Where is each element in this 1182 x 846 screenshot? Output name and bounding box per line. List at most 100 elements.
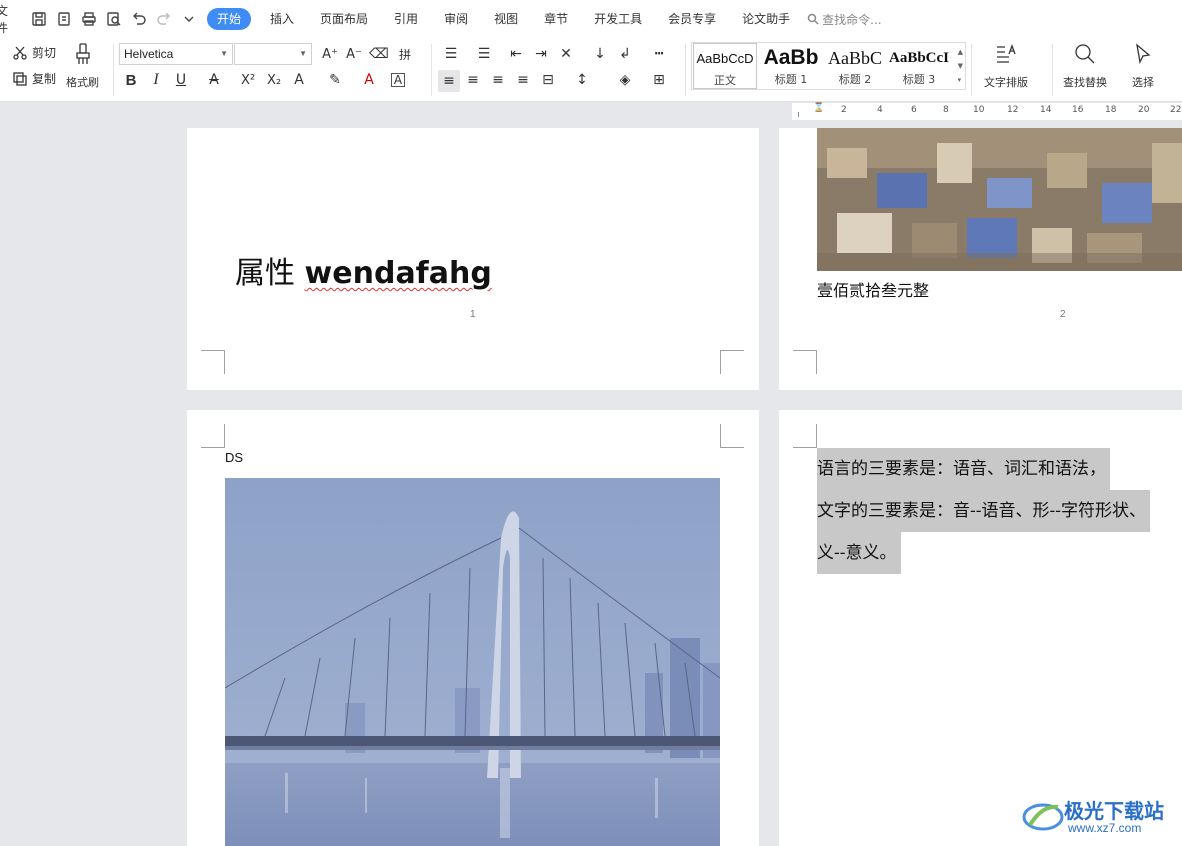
subscript-icon[interactable]: X₂ <box>264 70 284 90</box>
bullet-list-icon[interactable]: ☰ <box>441 44 461 64</box>
tab-page-layout[interactable]: 页面布局 <box>307 8 381 30</box>
shading-icon[interactable]: ◈ <box>615 70 635 90</box>
cut-button[interactable]: 剪切 <box>12 44 56 61</box>
margin-corner <box>720 424 744 448</box>
quick-access-toolbar <box>26 7 201 31</box>
watermark-logo-icon <box>1022 803 1064 831</box>
decrease-indent-icon[interactable]: ⇤ <box>506 44 526 64</box>
style-preview: AaBbCcI <box>888 50 949 66</box>
font-size-select[interactable]: ▼ <box>234 43 312 65</box>
strikethrough-icon[interactable]: A <box>204 70 224 90</box>
page-1[interactable]: 属性 wendafahg 1 <box>187 128 759 390</box>
page-number: 2 <box>1060 309 1066 320</box>
clear-format-icon[interactable]: ⌫ <box>369 44 389 64</box>
increase-indent-icon[interactable]: ⇥ <box>531 44 551 64</box>
brush-icon <box>75 43 90 64</box>
paragraph-label[interactable]: DS <box>225 450 243 465</box>
horizontal-ruler[interactable]: ⌛ 2 4 6 8 10 12 14 16 18 20 22 <box>792 103 1182 120</box>
font-name-select[interactable]: Helvetica ▼ <box>119 43 233 65</box>
chinese-layout-icon[interactable]: ✕ <box>556 44 576 64</box>
tab-review[interactable]: 审阅 <box>431 8 481 30</box>
redo-icon[interactable] <box>151 7 176 31</box>
align-center-icon[interactable]: ≡ <box>463 70 483 90</box>
find-replace-button[interactable]: 查找替换 <box>1063 42 1107 90</box>
style-heading-3[interactable]: AaBbCcI 标题 3 <box>887 43 951 89</box>
bold-icon[interactable]: B <box>121 70 141 90</box>
tab-member[interactable]: 会员专享 <box>655 8 729 30</box>
selected-text-line[interactable]: 文字的三要素是：音--语音、形--字符形状、 <box>817 490 1150 532</box>
underline-icon[interactable]: U <box>171 70 191 90</box>
selected-text-line[interactable]: 语言的三要素是：语音、词汇和语法， <box>817 448 1110 490</box>
show-marks-icon[interactable]: ↲ <box>615 44 635 64</box>
margin-corner <box>793 424 817 448</box>
select-button[interactable]: 选择 <box>1131 42 1155 90</box>
pinyin-guide-icon[interactable]: 拼 <box>395 44 415 64</box>
chevron-down-icon: ▼ <box>220 49 228 58</box>
page-2[interactable]: 壹佰贰拾叁元整 2 <box>779 128 1182 390</box>
highlight-icon[interactable]: ✎ <box>325 70 345 90</box>
save-icon[interactable] <box>26 7 51 31</box>
style-heading-1[interactable]: AaBb 标题 1 <box>758 43 824 89</box>
indent-marker-icon[interactable]: ⌛ <box>813 103 824 113</box>
city-rooftops-image[interactable] <box>817 128 1182 271</box>
style-name: 正文 <box>714 74 736 87</box>
document-title[interactable]: 属性 wendafahg <box>235 248 492 292</box>
site-watermark: 极光下载站 www.xz7.com <box>1022 793 1174 839</box>
tab-section[interactable]: 章节 <box>531 8 581 30</box>
styles-scroll-icon[interactable]: ▲ ▼ ▾ <box>958 45 963 87</box>
shrink-font-icon[interactable]: A⁻ <box>344 44 364 64</box>
margin-corner <box>201 350 225 374</box>
export-pdf-icon[interactable] <box>51 7 76 31</box>
style-preview: AaBbCcD <box>696 51 754 66</box>
sort-icon[interactable]: ↓ <box>590 44 610 64</box>
print-preview-icon[interactable] <box>101 7 126 31</box>
command-search[interactable]: 查找命令... <box>807 11 882 28</box>
format-painter-button[interactable]: 格式刷 <box>66 42 99 90</box>
menu-bar: 文件 开始 插入 页面布局 引用 审阅 视图 章节 开发工具 会员专享 论文助手… <box>0 0 1182 38</box>
text-layout-label: 文字排版 <box>984 76 1028 89</box>
font-color-icon[interactable]: A <box>359 70 379 90</box>
text-effect-icon[interactable]: A <box>289 70 309 90</box>
align-right-icon[interactable]: ≡ <box>488 70 508 90</box>
bridge-image[interactable] <box>225 478 720 846</box>
selected-text-line[interactable]: 义--意义。 <box>817 532 901 574</box>
page-4[interactable]: 语言的三要素是：语音、词汇和语法， 文字的三要素是：音--语音、形--字符形状、… <box>779 410 1182 846</box>
tab-home[interactable]: 开始 <box>207 8 252 30</box>
undo-icon[interactable] <box>126 7 151 31</box>
superscript-icon[interactable]: X² <box>238 70 258 90</box>
align-left-icon[interactable]: ≡ <box>438 70 460 92</box>
line-spacing-icon[interactable]: ↕ <box>572 70 592 90</box>
customize-toolbar-icon[interactable] <box>176 7 201 31</box>
borders-icon[interactable]: ⊞ <box>649 70 669 90</box>
tab-view[interactable]: 视图 <box>481 8 531 30</box>
style-name: 标题 3 <box>902 73 936 86</box>
search-icon <box>807 13 819 25</box>
margin-corner <box>201 424 225 448</box>
italic-icon[interactable]: I <box>146 70 166 90</box>
copy-button[interactable]: 复制 <box>12 70 56 87</box>
title-english: wendafahg <box>304 256 492 291</box>
page-3[interactable]: DS <box>187 410 759 846</box>
ruler-label: 6 <box>911 105 917 115</box>
tab-references[interactable]: 引用 <box>381 8 431 30</box>
print-icon[interactable] <box>76 7 101 31</box>
ruler-label: 14 <box>1040 105 1052 115</box>
text-layout-button[interactable]: 文字排版 <box>984 42 1028 90</box>
style-name: 标题 2 <box>838 73 872 86</box>
select-label: 选择 <box>1132 76 1154 89</box>
style-heading-2[interactable]: AaBbC 标题 2 <box>824 43 886 89</box>
ruler-label: 10 <box>973 105 985 115</box>
char-border-icon[interactable]: A <box>391 73 405 87</box>
style-normal[interactable]: AaBbCcD 正文 <box>693 43 757 89</box>
amount-caption[interactable]: 壹佰贰拾叁元整 <box>817 277 929 301</box>
tab-stop-icon[interactable]: ┅ <box>649 44 669 64</box>
numbered-list-icon[interactable]: ☰ <box>474 44 494 64</box>
distribute-icon[interactable]: ⊟ <box>538 70 558 90</box>
justify-icon[interactable]: ≡ <box>513 70 533 90</box>
grow-font-icon[interactable]: A⁺ <box>320 44 340 64</box>
tab-developer[interactable]: 开发工具 <box>581 8 655 30</box>
menu-file[interactable]: 文件 <box>0 2 18 36</box>
tab-paper-assistant[interactable]: 论文助手 <box>729 8 803 30</box>
tab-insert[interactable]: 插入 <box>257 8 307 30</box>
ruler-label: 4 <box>877 105 883 115</box>
